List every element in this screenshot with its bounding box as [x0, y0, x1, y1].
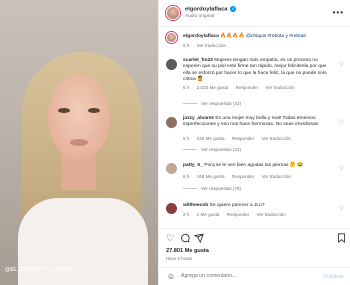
comment-avatar[interactable]: [166, 117, 177, 128]
right-eye: [88, 108, 100, 113]
comment-emoji: 🤔 😂: [289, 163, 304, 168]
comment-body: Porq se le ven bien agudas las piernas: [204, 163, 289, 168]
view-replies-button[interactable]: Ver respuestas (22): [183, 147, 241, 152]
translate-link[interactable]: Ver traducción: [256, 212, 285, 217]
heart-icon[interactable]: ♡: [339, 61, 344, 68]
reply-button[interactable]: Responder: [232, 174, 254, 179]
translate-link[interactable]: Ver traducción: [262, 174, 291, 179]
heart-icon[interactable]: ♡: [339, 165, 344, 172]
audio-label[interactable]: Audio original: [185, 14, 214, 19]
post-date: Hace 6 horas: [166, 256, 193, 261]
comment-avatar[interactable]: [166, 59, 177, 70]
caption-translate-link[interactable]: Ver traducción: [197, 43, 226, 48]
action-bar: ♡: [166, 233, 346, 245]
video-watermark: @EL GORDO Y LA FLACA: [5, 267, 74, 273]
comment-time: 2 h: [183, 212, 190, 217]
heart-icon[interactable]: ♡: [166, 233, 174, 243]
smiley-icon[interactable]: ☺: [167, 272, 175, 281]
comment-meta: 6 h 2,033 Me gusta Responder Ver traducc…: [183, 85, 301, 90]
comment-time: 6 h: [183, 85, 190, 90]
caption-time: 6 h: [183, 43, 190, 48]
verified-badge-icon: ✓: [230, 6, 237, 12]
caption-emojis: 🔥🔥🔥🔥: [220, 34, 245, 39]
left-eye: [58, 108, 70, 113]
reply-button[interactable]: Responder: [236, 85, 258, 90]
comment-username[interactable]: scarlet_fm23: [183, 58, 213, 63]
comment-likes[interactable]: 2,033 Me gusta: [197, 85, 229, 90]
post-footer: ♡ 27.801 Me gusta Hace 6 horas ☺ Publica…: [159, 228, 350, 285]
caption-text: elgordoylaflaca 🔥🔥🔥🔥 @chiquis #rebota y …: [183, 34, 335, 40]
post-details-panel: elgordoylaflaca ✓ Audio original ••• elg…: [158, 0, 350, 285]
view-replies-button[interactable]: Ver respuestas (42): [183, 101, 241, 106]
comment-text: scarlet_fm23 Mujeres tengan más empatía,…: [183, 58, 335, 83]
lips: [70, 139, 88, 146]
reply-button[interactable]: Responder: [232, 136, 254, 141]
comment-text: patty_5_ Porq se le ven bien agudas las …: [183, 163, 335, 169]
comment-time: 6 h: [183, 174, 190, 179]
caption-tags[interactable]: @chiquis #rebota y #rebota: [246, 34, 306, 39]
comment-likes[interactable]: 169 Me gusta: [197, 174, 225, 179]
comment-text: wiltheecob Se quiere parecer a JLo?: [183, 203, 335, 209]
comment-likes[interactable]: 229 Me gusta: [197, 136, 225, 141]
comment-text: jazzy_alvarez Es una mujer muy bella y r…: [183, 116, 335, 129]
comment-avatar[interactable]: [166, 203, 177, 214]
author-avatar[interactable]: [166, 6, 180, 20]
post-video[interactable]: @EL GORDO Y LA FLACA: [0, 0, 158, 285]
heart-icon[interactable]: ♡: [339, 205, 344, 212]
comment-username[interactable]: wiltheecob: [183, 203, 208, 208]
comment-input[interactable]: [181, 273, 311, 279]
comment-username[interactable]: jazzy_alvarez: [183, 116, 214, 121]
post-header: elgordoylaflaca ✓ Audio original •••: [159, 0, 350, 27]
bookmark-icon[interactable]: [337, 233, 346, 245]
comment-icon[interactable]: [180, 233, 190, 245]
reply-button[interactable]: Responder: [227, 212, 249, 217]
author-username[interactable]: elgordoylaflaca ✓: [185, 6, 237, 13]
comment-body: Se quiere parecer a JLo?: [209, 203, 265, 208]
comment-meta: 6 h 169 Me gusta Responder Ver traducció…: [183, 174, 297, 179]
likes-count[interactable]: 27.801 Me gusta: [166, 248, 209, 254]
comment-likes[interactable]: 1 Me gusta: [197, 212, 220, 217]
comment-time: 5 h: [183, 136, 190, 141]
comment-avatar[interactable]: [166, 163, 177, 174]
view-replies-button[interactable]: Ver respuestas (78): [183, 186, 241, 191]
translate-link[interactable]: Ver traducción: [265, 85, 294, 90]
add-comment-bar: ☺ Publicar: [159, 267, 350, 285]
heart-icon[interactable]: ♡: [339, 119, 344, 126]
comment-meta: 5 h 229 Me gusta Responder Ver traducció…: [183, 136, 297, 141]
more-horizontal-icon[interactable]: •••: [333, 8, 344, 17]
comment-meta: 2 h 1 Me gusta Responder Ver traducción: [183, 212, 292, 217]
author-username-text[interactable]: elgordoylaflaca: [185, 7, 228, 13]
caption-meta: 6 h Ver traducción: [183, 43, 232, 48]
translate-link[interactable]: Ver traducción: [262, 136, 291, 141]
send-icon[interactable]: [193, 233, 204, 245]
comment-username[interactable]: patty_5_: [183, 163, 203, 168]
comment-emoji: 🤦: [197, 76, 204, 82]
caption-username[interactable]: elgordoylaflaca: [183, 34, 219, 39]
publish-button[interactable]: Publicar: [324, 274, 344, 280]
caption-avatar[interactable]: [166, 32, 177, 43]
comments-list: elgordoylaflaca 🔥🔥🔥🔥 @chiquis #rebota y …: [159, 28, 350, 228]
